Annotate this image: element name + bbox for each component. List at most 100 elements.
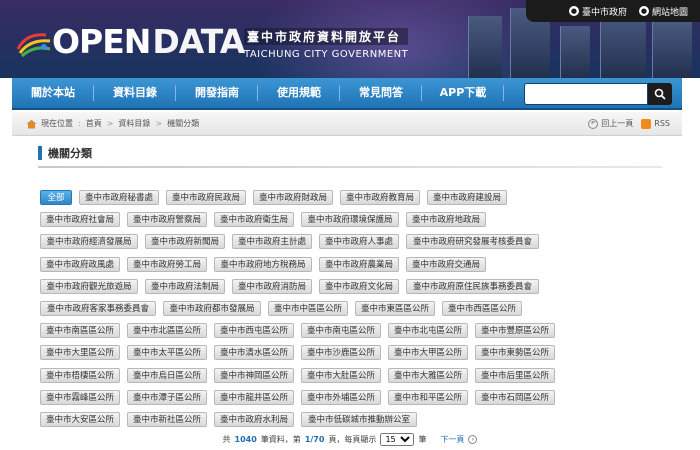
agency-tag[interactable]: 臺中市政府政風處 — [40, 256, 120, 272]
rss-link[interactable]: RSS — [641, 118, 670, 129]
agency-tag[interactable]: 臺中市中區區公所 — [268, 301, 348, 316]
next-arrow-icon[interactable]: › — [468, 434, 478, 444]
nav-item-app[interactable]: APP下載 — [422, 77, 504, 109]
agency-tag[interactable]: 臺中市西屯區公所 — [214, 323, 294, 339]
agency-tag[interactable]: 臺中市政府勞工局 — [127, 256, 207, 272]
breadcrumb-separator: : — [78, 119, 81, 128]
agency-tag[interactable]: 臺中市北屯區公所 — [388, 323, 468, 339]
agency-tag[interactable]: 臺中市政府教育局 — [340, 190, 420, 205]
tag-row: 全部 臺中市政府秘書處 臺中市政府民政局 臺中市政府財政局 臺中市政府教育局 臺中市政府建… — [40, 190, 665, 205]
breadcrumb-separator: > — [155, 119, 163, 128]
nav-item-dev-guide[interactable]: 開發指南 — [176, 77, 258, 109]
agency-tag[interactable]: 臺中市政府衛生局 — [214, 212, 294, 228]
breadcrumb: 現在位置 : 首頁 > 資料目錄 > 機關分類 ↶ 回上一頁 RSS — [12, 112, 682, 136]
agency-tag[interactable]: 臺中市政府新聞局 — [145, 234, 225, 250]
agency-tag[interactable]: 臺中市南屯區公所 — [301, 323, 381, 339]
link-city-government[interactable]: ● 臺中市政府 — [565, 5, 631, 18]
link-sitemap[interactable]: ● 網站地圖 — [635, 5, 692, 18]
agency-tag[interactable]: 臺中市大安區公所 — [40, 412, 120, 427]
site-title-en: TAICHUNG CITY GOVERNMENT — [244, 49, 409, 60]
agency-tag[interactable]: 臺中市烏日區公所 — [127, 367, 207, 383]
agency-tag[interactable]: 臺中市神岡區公所 — [214, 367, 294, 383]
tag-row: 臺中市梧棲區公所 臺中市烏日區公所 臺中市神岡區公所 臺中市大肚區公所 臺中市大雅區公所… — [40, 367, 665, 383]
per-page-select[interactable]: 15 — [380, 432, 415, 446]
agency-tag[interactable]: 臺中市大里區公所 — [40, 345, 120, 361]
agency-tag[interactable]: 臺中市沙鹿區公所 — [301, 345, 381, 361]
agency-tag[interactable]: 臺中市潭子區公所 — [127, 389, 207, 405]
agency-tag[interactable]: 臺中市北區區公所 — [127, 323, 207, 339]
agency-tag[interactable]: 臺中市霧峰區公所 — [40, 389, 120, 405]
site-subtitle: 臺中市政府資料開放平台 TAICHUNG CITY GOVERNMENT — [244, 28, 409, 60]
home-icon — [26, 119, 37, 128]
tag-row: 臺中市政府經濟發展局 臺中市政府新聞局 臺中市政府主計處 臺中市政府人事處 臺中市政府研… — [40, 234, 665, 250]
agency-tag[interactable]: 臺中市和平區公所 — [388, 389, 468, 405]
agency-tag[interactable]: 臺中市西區區公所 — [442, 301, 522, 316]
agency-tag[interactable]: 臺中市政府秘書處 — [79, 190, 159, 205]
breadcrumb-label: 現在位置 — [41, 119, 73, 128]
nav-item-catalog[interactable]: 資料目錄 — [94, 77, 176, 109]
breadcrumb-home[interactable]: 首頁 — [86, 118, 102, 129]
agency-tag[interactable]: 臺中市大雅區公所 — [388, 367, 468, 383]
agency-tag[interactable]: 臺中市政府民政局 — [166, 190, 246, 205]
pager-page-suffix: 頁，每頁顯示 — [328, 434, 377, 444]
nav-item-terms[interactable]: 使用規範 — [258, 77, 340, 109]
agency-tag[interactable]: 臺中市政府環境保護局 — [301, 212, 399, 228]
search-input[interactable] — [524, 83, 648, 105]
agency-tag[interactable]: 臺中市政府地方稅務局 — [214, 256, 312, 272]
agency-tag[interactable]: 臺中市政府財政局 — [253, 190, 333, 205]
agency-tag[interactable]: 臺中市政府水利局 — [214, 412, 294, 427]
agency-tag[interactable]: 臺中市政府社會局 — [40, 212, 120, 228]
main-nav: 關於本站 資料目錄 開發指南 使用規範 常見問答 APP下載 — [12, 78, 682, 110]
agency-tag[interactable]: 臺中市東區區公所 — [355, 301, 435, 316]
breadcrumb-catalog[interactable]: 資料目錄 — [118, 118, 150, 129]
agency-tag[interactable]: 臺中市梧棲區公所 — [40, 367, 120, 383]
agency-tag[interactable]: 臺中市政府觀光旅遊局 — [40, 278, 138, 294]
back-link[interactable]: ↶ 回上一頁 — [588, 118, 633, 129]
tag-all[interactable]: 全部 — [40, 190, 72, 205]
agency-tag[interactable]: 臺中市石岡區公所 — [475, 389, 555, 405]
section-divider — [38, 166, 662, 168]
page: ● 臺中市政府 ● 網站地圖 OPEN DATA 臺中市政府資料開放平台 TAI… — [0, 0, 700, 450]
site-logo[interactable]: OPEN DATA — [16, 22, 245, 61]
agency-tag[interactable]: 臺中市政府都市發展局 — [163, 301, 261, 316]
top-links: ● 臺中市政府 ● 網站地圖 — [526, 0, 700, 22]
agency-tag[interactable]: 臺中市太平區公所 — [127, 345, 207, 361]
agency-tag[interactable]: 臺中市東勢區公所 — [475, 345, 555, 361]
agency-tag[interactable]: 臺中市外埔區公所 — [301, 389, 381, 405]
nav-item-faq[interactable]: 常見問答 — [340, 77, 422, 109]
section-heading: 機關分類 — [38, 145, 92, 161]
logo-text-open: OPEN — [52, 22, 151, 61]
agency-tag[interactable]: 臺中市政府消防局 — [232, 278, 312, 294]
agency-tag[interactable]: 臺中市政府人事處 — [319, 234, 399, 250]
agency-tag[interactable]: 臺中市政府警察局 — [127, 212, 207, 228]
search-button[interactable] — [648, 83, 672, 105]
agency-tag[interactable]: 臺中市低碳城市推動辦公室 — [301, 412, 417, 427]
pager-page: 1/70 — [304, 434, 325, 444]
agency-tag[interactable]: 臺中市豐原區公所 — [475, 323, 555, 339]
agency-tag[interactable]: 臺中市政府農業局 — [319, 256, 399, 272]
agency-tag[interactable]: 臺中市政府建設局 — [427, 190, 507, 205]
nav-item-about[interactable]: 關於本站 — [12, 77, 94, 109]
agency-tag[interactable]: 臺中市龍井區公所 — [214, 389, 294, 405]
building-decoration — [560, 26, 590, 78]
agency-tag[interactable]: 臺中市政府原住民族事務委員會 — [406, 278, 539, 294]
agency-tag[interactable]: 臺中市政府客家事務委員會 — [40, 301, 156, 316]
agency-tag[interactable]: 臺中市政府經濟發展局 — [40, 234, 138, 250]
agency-tag[interactable]: 臺中市南區區公所 — [40, 323, 120, 339]
agency-tag[interactable]: 臺中市后里區公所 — [475, 367, 555, 383]
agency-tag[interactable]: 臺中市新社區公所 — [127, 412, 207, 427]
agency-tag[interactable]: 臺中市政府地政局 — [406, 212, 486, 228]
agency-tag[interactable]: 臺中市大甲區公所 — [388, 345, 468, 361]
agency-tag[interactable]: 臺中市大肚區公所 — [301, 367, 381, 383]
agency-tag[interactable]: 臺中市政府研究發展考核委員會 — [406, 234, 539, 250]
tag-row: 臺中市大安區公所 臺中市新社區公所 臺中市政府水利局 臺中市低碳城市推動辦公室 — [40, 412, 665, 427]
next-page-link[interactable]: 下一頁 — [440, 434, 464, 445]
site-header: ● 臺中市政府 ● 網站地圖 OPEN DATA 臺中市政府資料開放平台 TAI… — [0, 0, 700, 78]
agency-tag[interactable]: 臺中市政府文化局 — [319, 278, 399, 294]
tag-row: 臺中市政府政風處 臺中市政府勞工局 臺中市政府地方稅務局 臺中市政府農業局 臺中市政府交… — [40, 256, 665, 272]
agency-tag[interactable]: 臺中市政府交通局 — [406, 256, 486, 272]
agency-tag[interactable]: 臺中市政府法制局 — [145, 278, 225, 294]
pager-total-suffix: 筆資料，第 — [260, 434, 301, 444]
agency-tag[interactable]: 臺中市清水區公所 — [214, 345, 294, 361]
agency-tag[interactable]: 臺中市政府主計處 — [232, 234, 312, 250]
